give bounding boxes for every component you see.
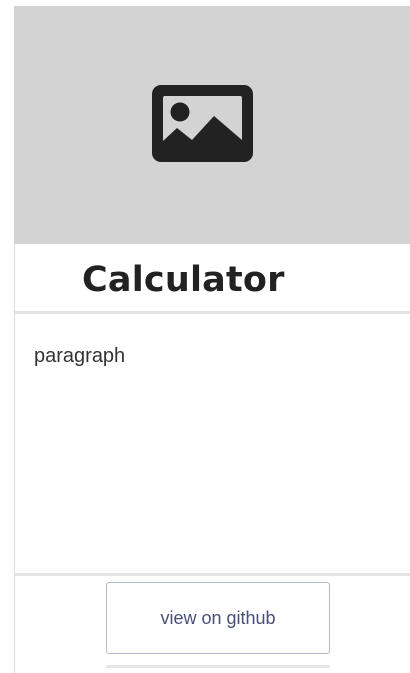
project-card: Calculator paragraph view on github	[14, 6, 410, 673]
image-icon	[151, 85, 253, 162]
card-footer: view on github	[14, 576, 410, 673]
card-image-placeholder	[14, 6, 410, 244]
view-on-github-button[interactable]: view on github	[106, 582, 330, 654]
card-title: Calculator	[82, 260, 285, 300]
card-title-row: Calculator	[14, 244, 410, 314]
card-text: paragraph	[34, 345, 126, 367]
card-body: paragraph	[14, 314, 410, 576]
footer-divider	[106, 665, 330, 668]
